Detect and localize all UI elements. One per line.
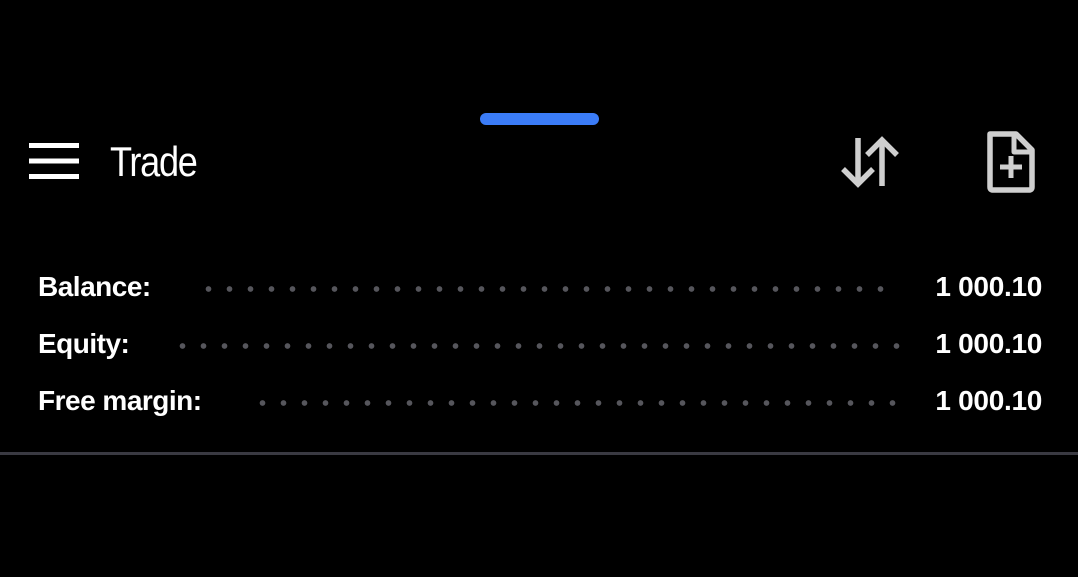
toolbar: Trade (0, 126, 1078, 198)
page-title: Trade (110, 138, 198, 185)
equity-value: 1 000.10 (935, 328, 1042, 359)
sheet-drag-handle[interactable] (480, 113, 599, 125)
free-margin-row: Free margin: 1 000.10 (0, 372, 1078, 429)
hamburger-menu-icon (29, 143, 79, 179)
section-divider (0, 452, 1078, 455)
dot-leader (172, 343, 907, 349)
equity-row: Equity: 1 000.10 (0, 315, 1078, 372)
free-margin-value: 1 000.10 (935, 385, 1042, 416)
balance-row: Balance: 1 000.10 (0, 258, 1078, 315)
menu-button[interactable] (22, 136, 86, 186)
dot-leader (252, 400, 903, 406)
sort-arrows-icon (841, 136, 899, 188)
balance-label: Balance: (38, 271, 151, 302)
add-document-icon (987, 131, 1035, 193)
account-summary: Balance: 1 000.10 Equity: 1 000.10 Free … (0, 258, 1078, 429)
balance-value: 1 000.10 (935, 271, 1042, 302)
new-order-button[interactable] (972, 126, 1048, 198)
equity-label: Equity: (38, 328, 130, 359)
free-margin-label: Free margin: (38, 385, 202, 416)
sort-button[interactable] (832, 126, 908, 198)
dot-leader (198, 286, 891, 292)
